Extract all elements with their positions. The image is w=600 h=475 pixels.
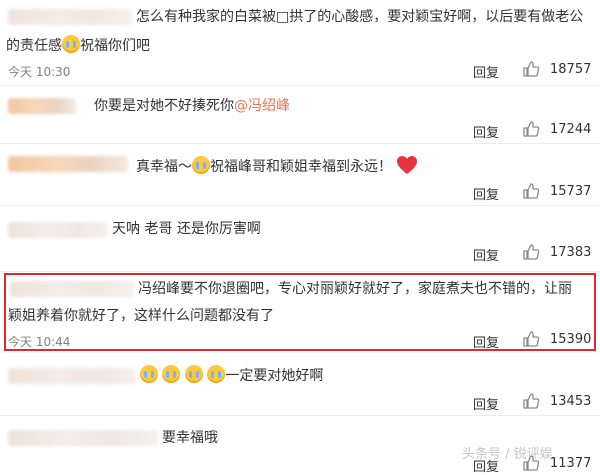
crying-face-icon — [184, 365, 203, 383]
comment-text-part: 真幸福～ — [136, 159, 192, 175]
comment-text: 要幸福哦 — [162, 430, 218, 446]
reply-button[interactable]: 回复 — [473, 394, 499, 413]
reply-button[interactable]: 回复 — [473, 62, 499, 81]
blurred-username — [8, 430, 158, 446]
like-count: 11377 — [550, 456, 592, 471]
blurred-username — [8, 368, 136, 384]
blurred-username — [8, 98, 76, 114]
blurred-username — [8, 9, 132, 25]
comment-item: 怎么有种我家的白菜被□拱了的心酸感，要对颖宝好啊，以后要有做老公 的责任感 祝福你… — [0, 0, 600, 86]
comment-item: 一定要对她好啊 回复 13453 — [0, 356, 600, 416]
thumbs-up-icon[interactable] — [522, 392, 540, 410]
like-count: 17383 — [550, 245, 592, 260]
blurred-username — [8, 156, 128, 172]
comment-text-part: 祝福峰哥和颖姐幸福到永远！ — [210, 159, 392, 175]
comment-text: 你要是对她不好揍死你@冯绍峰 — [94, 95, 290, 117]
crying-face-icon — [62, 35, 80, 53]
like-count: 15737 — [550, 184, 592, 199]
blurred-username — [8, 222, 108, 238]
comment-text-part: 的责任感 — [6, 38, 62, 54]
mention-link[interactable]: @冯绍峰 — [234, 98, 290, 114]
comment-text: 真幸福～ 祝福峰哥和颖姐幸福到永远！ — [136, 155, 418, 178]
comment-text: 怎么有种我家的白菜被□拱了的心酸感，要对颖宝好啊，以后要有做老公 — [136, 9, 584, 25]
crying-face-icon — [140, 365, 158, 383]
comment-text-part: 祝福你们吧 — [80, 38, 150, 54]
reply-button[interactable]: 回复 — [473, 122, 499, 141]
like-count: 13453 — [550, 394, 592, 409]
like-count: 18757 — [550, 62, 592, 77]
crying-face-icon — [162, 365, 181, 383]
reply-button[interactable]: 回复 — [473, 184, 499, 203]
crying-face-icon — [207, 365, 226, 383]
heart-icon — [397, 156, 418, 174]
comment-item: 天呐 老哥 还是你厉害啊 回复 17383 — [0, 206, 600, 272]
timestamp: 今天 10:30 — [8, 65, 71, 79]
crying-face-icon — [192, 156, 210, 174]
reply-button[interactable]: 回复 — [473, 245, 499, 264]
thumbs-up-icon[interactable] — [522, 243, 540, 261]
thumbs-up-icon[interactable] — [522, 182, 540, 200]
thumbs-up-icon[interactable] — [522, 120, 540, 138]
watermark: 头条号 / 锐评娱 — [462, 447, 553, 462]
thumbs-up-icon[interactable] — [522, 60, 540, 78]
highlight-box — [4, 273, 596, 351]
like-count: 17244 — [550, 122, 592, 137]
comment-text: 一定要对她好啊 — [140, 365, 323, 387]
comment-item: 真幸福～ 祝福峰哥和颖姐幸福到永远！ 回复 15737 — [0, 144, 600, 206]
comment-text-part: 你要是对她不好揍死你 — [94, 98, 234, 114]
comment-text-part: 一定要对她好啊 — [225, 368, 324, 384]
comment-text: 的责任感 祝福你们吧 — [6, 35, 150, 57]
comment-text: 天呐 老哥 还是你厉害啊 — [112, 221, 261, 237]
comment-item: 你要是对她不好揍死你@冯绍峰 回复 17244 — [0, 86, 600, 144]
